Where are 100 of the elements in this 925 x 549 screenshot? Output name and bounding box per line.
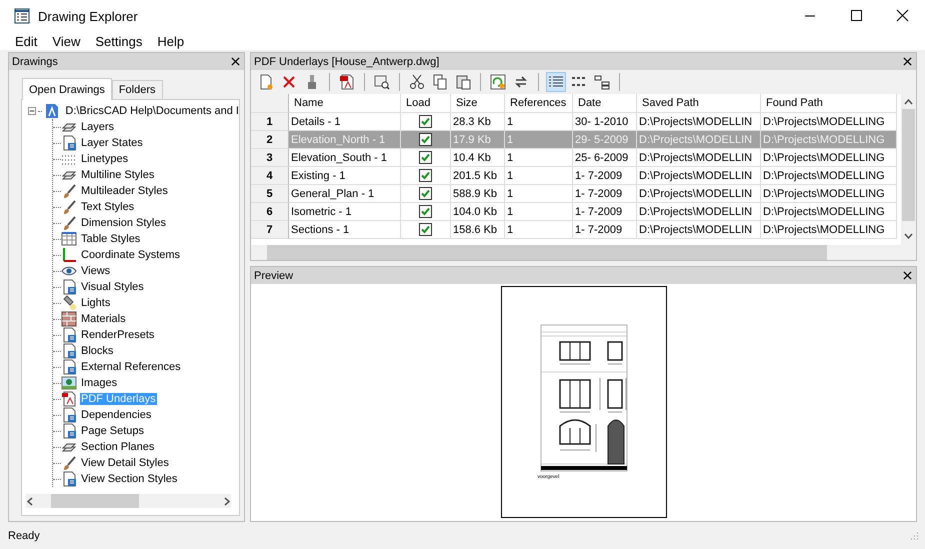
tab[interactable]: Folders <box>112 80 163 99</box>
table-cell: D:\Projects\MODELLING <box>761 167 897 185</box>
scroll-down-icon[interactable] <box>904 231 913 240</box>
load-checkbox[interactable] <box>419 187 432 200</box>
table-cell: D:\Projects\MODELLIN <box>637 131 761 149</box>
table-cell: D:\Projects\MODELLING <box>761 203 897 221</box>
close-icon[interactable] <box>231 57 240 66</box>
close-icon[interactable] <box>903 57 912 66</box>
table-cell: 1- 7-2009 <box>573 167 637 185</box>
collapse-icon[interactable] <box>28 107 36 115</box>
table-cell: 1 <box>505 167 573 185</box>
table-cell: Existing - 1 <box>289 167 401 185</box>
tree-item[interactable]: Page Setups <box>80 425 145 437</box>
tree-item[interactable]: Layers <box>80 121 116 133</box>
tree-item[interactable]: Dimension Styles <box>80 217 167 229</box>
table-cell: D:\Projects\MODELLING <box>761 185 897 203</box>
table-row[interactable]: 3 Elevation_South - 1 10.4 Kb 1 25- 6-2009 D:\Projects\MODELLIN D:\Projects\MODELLING <box>251 149 901 167</box>
tab[interactable]: Open Drawings <box>22 78 112 100</box>
table-row[interactable]: 6 Isometric - 1 104.0 Kb 1 1- 7-2009 D:\Projects\MODELLIN D:\Projects\MODELLING <box>251 203 901 221</box>
table-row[interactable]: 7 Sections - 1 158.6 Kb 1 1- 7-2009 D:\Projects\MODELLIN D:\Projects\MODELLING <box>251 221 901 239</box>
tree-item[interactable]: Coordinate Systems <box>80 249 182 261</box>
menu-item[interactable]: Settings <box>88 34 150 48</box>
tree-item[interactable]: External References <box>80 361 182 373</box>
scroll-up-icon[interactable] <box>904 98 913 107</box>
tree-item[interactable]: Section Planes <box>80 441 156 453</box>
load-checkbox[interactable] <box>419 151 432 164</box>
table-cell: 1- 7-2009 <box>573 185 637 203</box>
column-header[interactable]: References <box>505 94 573 113</box>
sheet-icon <box>61 407 77 423</box>
vertical-scrollbar[interactable] <box>901 94 916 260</box>
tree-item[interactable]: Visual Styles <box>80 281 145 293</box>
scroll-left-icon[interactable] <box>26 496 35 506</box>
tree-item[interactable]: View Detail Styles <box>80 457 170 469</box>
cut-button[interactable] <box>407 72 427 92</box>
tree-item[interactable]: View Section Styles <box>80 473 178 485</box>
table-cell: D:\Projects\MODELLIN <box>637 203 761 221</box>
table-cell: Isometric - 1 <box>289 203 401 221</box>
panel-title: Preview <box>254 270 294 282</box>
table-cell: 25- 6-2009 <box>573 149 637 167</box>
table-row[interactable]: 4 Existing - 1 201.5 Kb 1 1- 7-2009 D:\Projects\MODELLIN D:\Projects\MODELLING <box>251 167 901 185</box>
row-number: 1 <box>251 113 289 131</box>
tree-item[interactable]: Text Styles <box>80 201 136 213</box>
brush-icon <box>61 183 77 199</box>
menu-item[interactable]: View <box>45 34 88 48</box>
search-folder-icon <box>374 74 390 90</box>
menu-item[interactable]: Edit <box>8 34 46 48</box>
table-cell: D:\Projects\MODELLIN <box>637 149 761 167</box>
table-cell: 1 <box>505 221 573 239</box>
close-icon[interactable] <box>903 271 912 280</box>
column-header[interactable]: Name <box>289 94 401 113</box>
resize-grip-icon[interactable] <box>909 530 919 540</box>
reload-button[interactable] <box>488 72 508 92</box>
panel-title: PDF Underlays [House_Antwerp.dwg] <box>254 56 440 68</box>
copy-icon <box>432 74 448 90</box>
brick-icon <box>61 311 77 327</box>
load-checkbox[interactable] <box>419 133 432 146</box>
list-view-button[interactable] <box>546 72 566 92</box>
sheet-icon <box>61 343 77 359</box>
table-cell: D:\Projects\MODELLING <box>761 131 897 149</box>
tree-item[interactable]: Lights <box>80 297 112 309</box>
column-header[interactable]: Saved Path <box>637 94 761 113</box>
load-checkbox[interactable] <box>419 223 432 236</box>
tree-item[interactable]: Images <box>80 377 118 389</box>
row-number: 7 <box>251 221 289 239</box>
sheet-icon <box>61 135 77 151</box>
table-row[interactable]: 2 Elevation_North - 1 17.9 Kb 1 29- 5-2009 D:\Projects\MODELLIN D:\Projects\MODELLING <box>251 131 901 149</box>
horizontal-scrollbar[interactable] <box>251 245 901 260</box>
column-header[interactable]: Found Path <box>761 94 897 113</box>
column-header[interactable]: Date <box>573 94 637 113</box>
menu-item[interactable]: Help <box>150 34 192 48</box>
tree-item[interactable]: D:\BricsCAD Help\Documents and I <box>65 105 239 117</box>
tree-item[interactable]: Multileader Styles <box>80 185 169 197</box>
tree-item[interactable]: Linetypes <box>80 153 130 165</box>
table-cell: D:\Projects\MODELLING <box>761 221 897 239</box>
tree-item[interactable]: Dependencies <box>80 409 152 421</box>
horizontal-scrollbar[interactable] <box>26 494 231 508</box>
column-header[interactable]: Load <box>401 94 451 113</box>
table-cell: 1 <box>505 185 573 203</box>
tree-item[interactable]: Views <box>80 265 112 277</box>
tree-item[interactable]: Table Styles <box>80 233 142 245</box>
tree-item[interactable]: Multiline Styles <box>80 169 156 181</box>
table-cell: 1 <box>505 131 573 149</box>
cut-icon <box>409 74 425 90</box>
load-checkbox[interactable] <box>419 169 432 182</box>
app-icon <box>14 8 30 24</box>
table-cell: D:\Projects\MODELLING <box>761 149 897 167</box>
table-cell: 17.9 Kb <box>451 131 505 149</box>
column-header[interactable]: Size <box>451 94 505 113</box>
tree-item[interactable]: Layer States <box>80 137 144 149</box>
table-cell: 201.5 Kb <box>451 167 505 185</box>
tree-item[interactable]: Blocks <box>80 345 114 357</box>
load-checkbox[interactable] <box>419 205 432 218</box>
tree-item[interactable]: Materials <box>80 313 127 325</box>
scroll-right-icon[interactable] <box>222 496 231 506</box>
delete-icon <box>281 74 297 90</box>
tree-view-icon <box>594 74 610 90</box>
table-row[interactable]: 5 General_Plan - 1 588.9 Kb 1 1- 7-2009 D:\Projects\MODELLIN D:\Projects\MODELLING <box>251 185 901 203</box>
tree-item[interactable]: RenderPresets <box>80 329 156 341</box>
table-cell: Elevation_South - 1 <box>289 149 401 167</box>
load-checkbox[interactable] <box>419 115 432 128</box>
